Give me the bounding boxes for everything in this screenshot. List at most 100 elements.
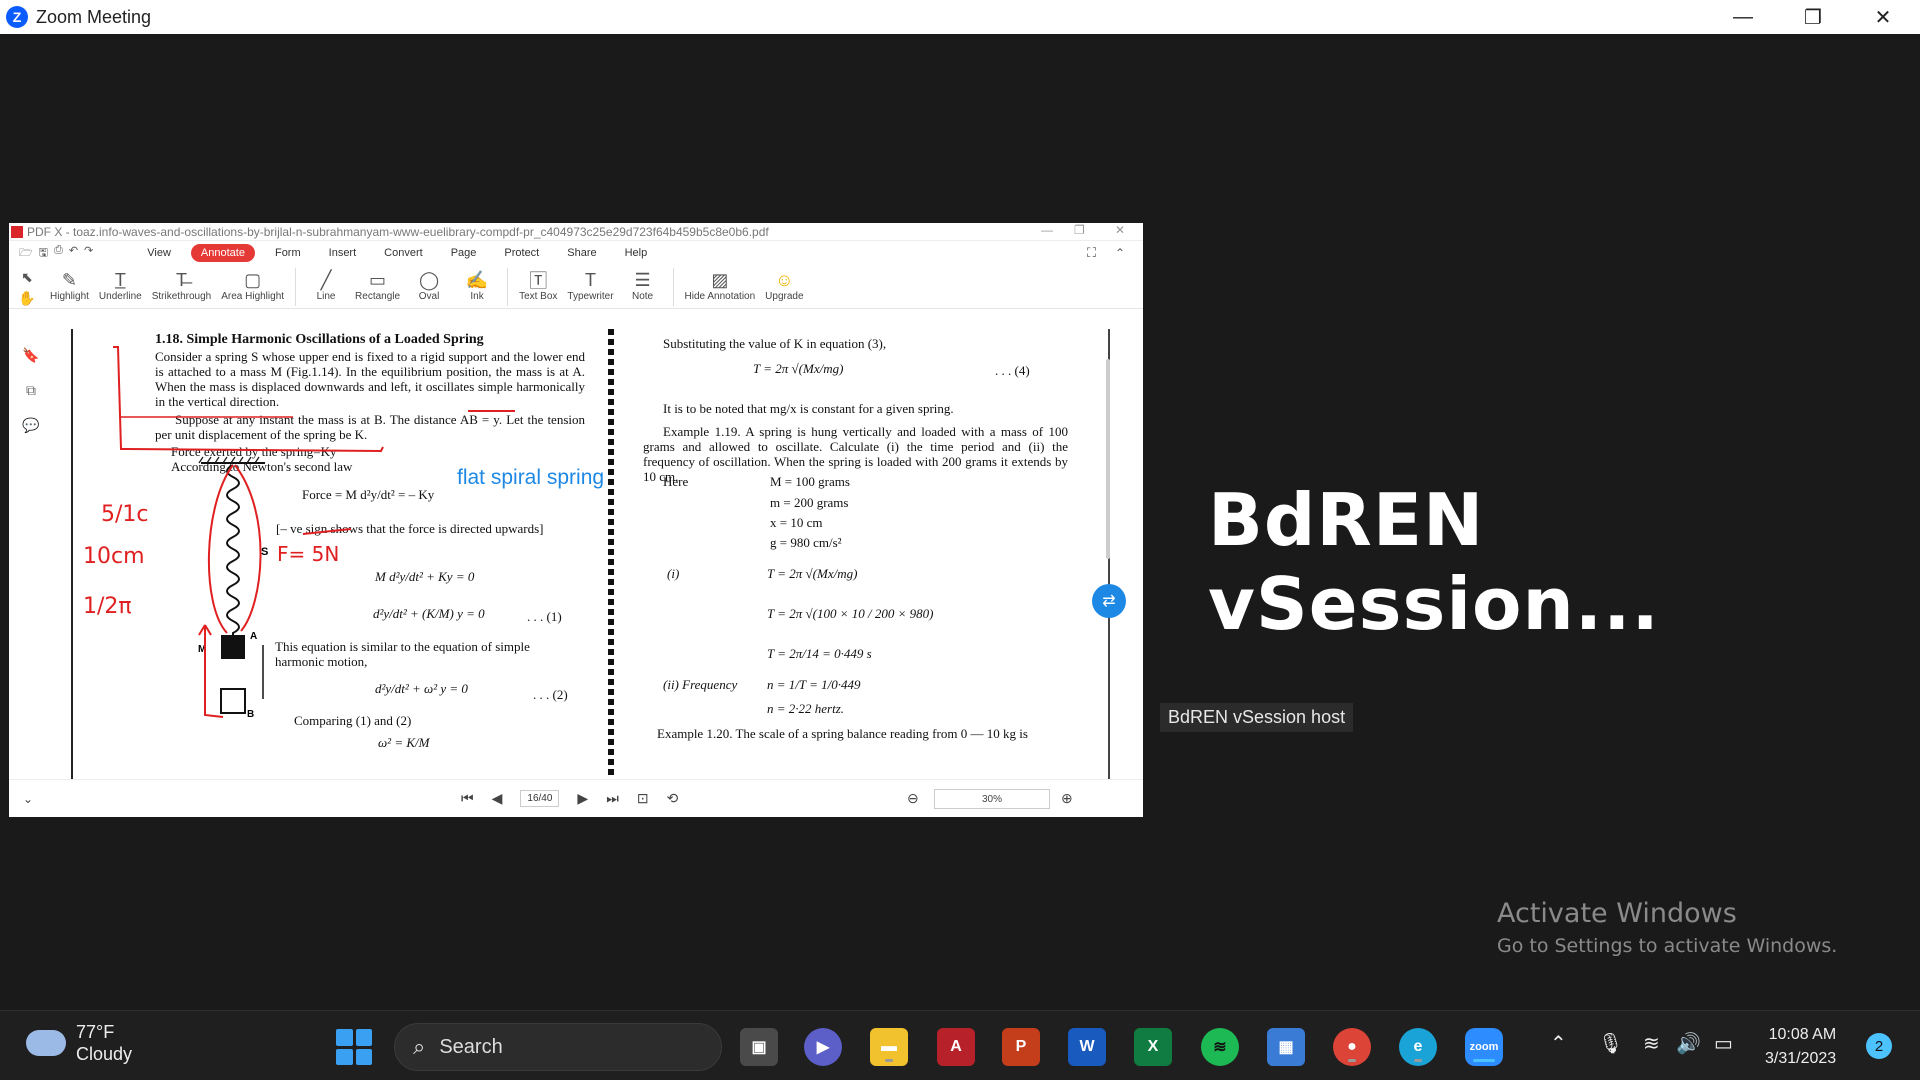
pdf-minimize-icon[interactable]: — (1041, 223, 1053, 237)
freq-step-2: n = 2·22 hertz. (767, 701, 845, 716)
spotify-icon[interactable]: ≋ (1201, 1028, 1239, 1066)
last-page-icon[interactable]: ⏭ (606, 790, 619, 807)
zoom-logo-icon: Z (6, 6, 28, 28)
first-page-icon[interactable]: ⏮ (461, 790, 474, 807)
prev-page-icon[interactable]: ◀ (492, 790, 503, 807)
close-button[interactable]: ✕ (1848, 0, 1918, 34)
collapse-icon[interactable]: ⌃ (1115, 246, 1125, 260)
cloud-icon (26, 1030, 66, 1056)
thumbnails-icon[interactable]: ⧉ (26, 382, 36, 399)
ink-bracket (113, 346, 384, 453)
tool-label: Underline (98, 291, 142, 302)
translate-icon[interactable]: ⇄ (1092, 584, 1126, 618)
save-icon[interactable]: 🖫 (39, 244, 48, 263)
next-page-icon[interactable]: ▶ (577, 790, 588, 807)
menu-view[interactable]: View (133, 247, 185, 259)
menu-insert[interactable]: Insert (315, 247, 371, 259)
system-clock[interactable]: 10:08 AM 3/31/2023 (1765, 1023, 1836, 1071)
tool-typewriter[interactable]: T Typewriter (562, 265, 618, 303)
zoom-in-icon[interactable]: ⊕ (1061, 790, 1073, 807)
notification-badge[interactable]: 2 (1866, 1033, 1892, 1059)
sidebar-toggle-icon[interactable]: ⌄ (23, 792, 33, 806)
zoom-app-icon[interactable]: zoom (1465, 1028, 1503, 1066)
edge-icon[interactable]: e (1399, 1028, 1437, 1066)
weather-widget[interactable]: 77°F Cloudy (26, 1021, 132, 1065)
access-icon[interactable]: A (937, 1028, 975, 1066)
pdf-app-icon (11, 225, 23, 238)
tool-label: Note (631, 291, 654, 302)
print-icon[interactable]: ⎙ (54, 244, 63, 263)
search-placeholder: Search (439, 1035, 503, 1058)
chrome-icon[interactable]: ● (1333, 1028, 1371, 1066)
upgrade-icon: ☺ (775, 269, 794, 290)
tool-oval[interactable]: ◯ Oval (405, 265, 453, 303)
pdf-close-icon[interactable]: ✕ (1115, 223, 1125, 237)
ink-force-arrow (302, 528, 352, 535)
powerpoint-icon[interactable]: P (1002, 1028, 1040, 1066)
bookmark-icon[interactable]: 🔖 (22, 347, 39, 364)
zoom-level-field[interactable]: 30% (934, 789, 1050, 809)
watermark-line-1: Activate Windows (1497, 898, 1737, 929)
show-hidden-icons-icon[interactable]: ⌃ (1550, 1031, 1567, 1056)
clock-date: 3/31/2023 (1765, 1050, 1837, 1067)
here-label: Here (663, 474, 689, 489)
menu-share[interactable]: Share (553, 247, 610, 259)
excel-icon[interactable]: X (1134, 1028, 1172, 1066)
tool-strikethrough[interactable]: T̶ Strikethrough (147, 265, 216, 303)
calculator-icon[interactable]: ▦ (1267, 1028, 1305, 1066)
tool-hide-annotation[interactable]: ▨ Hide Annotation (680, 265, 761, 303)
wifi-icon[interactable]: ≋ (1643, 1031, 1660, 1056)
tool-text-box[interactable]: 🅃 Text Box (514, 265, 562, 302)
comments-icon[interactable]: 💬 (22, 417, 39, 434)
tool-area-highlight[interactable]: ▢ Area Highlight (216, 265, 289, 303)
menu-help[interactable]: Help (611, 247, 662, 259)
menu-convert[interactable]: Convert (370, 247, 437, 259)
menu-form[interactable]: Form (261, 247, 315, 259)
page-gutter (608, 329, 614, 779)
hand-icon[interactable]: ✋ (18, 290, 35, 307)
tool-note[interactable]: ☰ Note (619, 265, 667, 303)
tool-ink[interactable]: ✍ Ink (453, 265, 501, 303)
teams-chat-icon[interactable]: ▶ (804, 1028, 842, 1066)
tool-upgrade[interactable]: ☺ Upgrade (760, 265, 808, 303)
task-view-icon[interactable]: ▣ (740, 1028, 778, 1066)
label-b: B (247, 709, 254, 720)
restore-button[interactable]: ❐ (1778, 0, 1848, 34)
tool-highlight[interactable]: ✎ Highlight (45, 265, 94, 303)
microphone-icon[interactable]: 🎙 (1598, 1031, 1623, 1056)
battery-icon[interactable]: ▭ (1714, 1031, 1733, 1056)
select-cursor-icon[interactable]: ⬉ (21, 269, 33, 286)
example-1-20: Example 1.20. The scale of a spring bala… (657, 726, 1028, 741)
minimize-button[interactable]: — (1708, 0, 1778, 34)
zoom-out-icon[interactable]: ⊖ (907, 790, 919, 807)
page-number-input[interactable]: 16/40 (520, 790, 560, 807)
file-explorer-icon[interactable]: ▬ (870, 1028, 908, 1066)
fit-page-icon[interactable]: ⊡ (637, 790, 649, 807)
rectangle-icon: ▭ (369, 269, 387, 290)
undo-icon[interactable]: ↶ (69, 244, 78, 263)
menu-page[interactable]: Page (437, 247, 491, 259)
open-icon[interactable]: 🗁 (19, 244, 33, 263)
menu-protect[interactable]: Protect (490, 247, 553, 259)
fullscreen-icon[interactable]: ⛶ (1087, 245, 1096, 261)
page-navigation: ⏮ ◀ 16/40 ▶ ⏭ ⊡ ⟲ (461, 790, 678, 807)
tool-line[interactable]: ╱ Line (302, 265, 350, 303)
redo-icon[interactable]: ↷ (84, 244, 93, 263)
omega-equation: ω² = K/M (378, 735, 430, 750)
word-icon[interactable]: W (1068, 1028, 1106, 1066)
pdf-restore-icon[interactable]: ❐ (1074, 223, 1085, 237)
rotate-icon[interactable]: ⟲ (667, 790, 679, 807)
tool-label: Ink (470, 291, 484, 302)
menu-annotate[interactable]: Annotate (190, 244, 255, 262)
taskbar-search[interactable]: ⌕ Search (394, 1023, 722, 1071)
ink-note-2: 10cm (83, 544, 145, 569)
tool-rectangle[interactable]: ▭ Rectangle (350, 265, 405, 303)
pdf-sidebar: 🔖 ⧉ 💬 (9, 329, 53, 779)
tool-underline[interactable]: T̲ Underline (94, 265, 147, 303)
volume-icon[interactable]: 🔊 (1676, 1031, 1701, 1056)
window-titlebar: Z Zoom Meeting — ❐ ✕ (0, 0, 1920, 34)
pdf-page: 1.18. Simple Harmonic Oscillations of a … (53, 329, 1113, 779)
vertical-scrollbar[interactable] (1106, 359, 1110, 559)
start-button[interactable] (336, 1029, 372, 1065)
pdf-menubar: 🗁 🖫 ⎙ ↶ ↷ View Annotate Form Insert Conv… (9, 241, 1143, 265)
